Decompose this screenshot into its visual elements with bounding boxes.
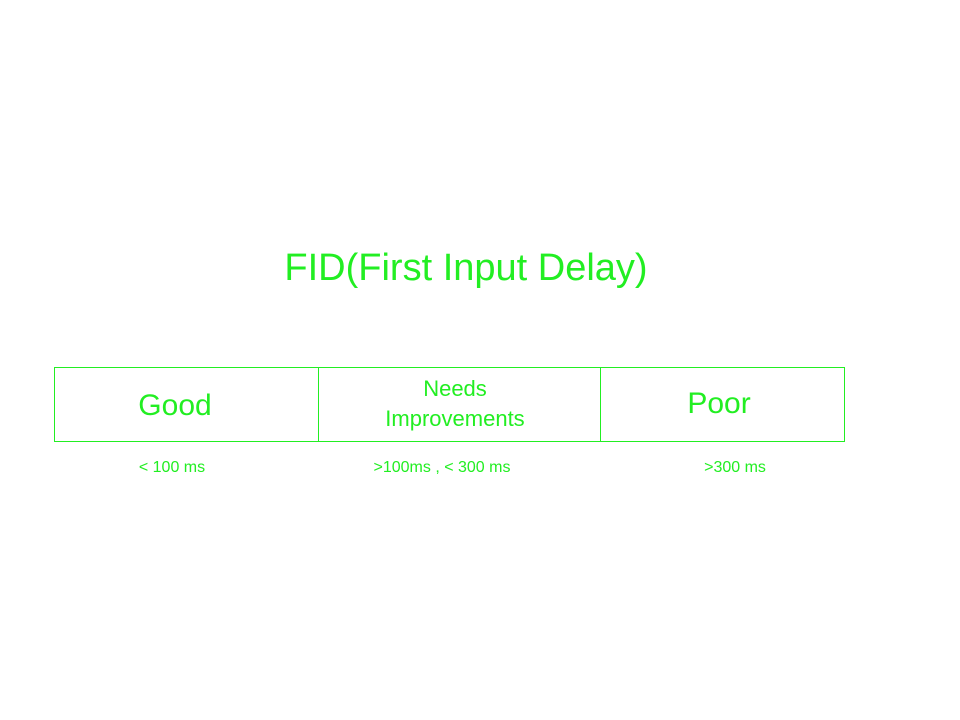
segment-needs-improvement-label: Needs Improvements [355, 374, 555, 434]
segment-good-label: Good [138, 389, 212, 422]
segment-poor-label: Poor [687, 387, 751, 420]
segment-good-range: < 100 ms [138, 459, 206, 476]
segment-needs-improvement-range: >100ms , < 300 ms [373, 459, 511, 476]
diagram-title: FID(First Input Delay) [284, 247, 648, 289]
segment-divider [318, 368, 319, 441]
segment-needs-improvement-line1: Needs [423, 376, 487, 401]
segment-poor-range: >300 ms [704, 459, 766, 476]
segment-needs-improvement-line2: Improvements [385, 406, 525, 431]
rating-scale-bar: Good Needs Improvements Poor [54, 367, 845, 442]
segment-divider [600, 368, 601, 441]
